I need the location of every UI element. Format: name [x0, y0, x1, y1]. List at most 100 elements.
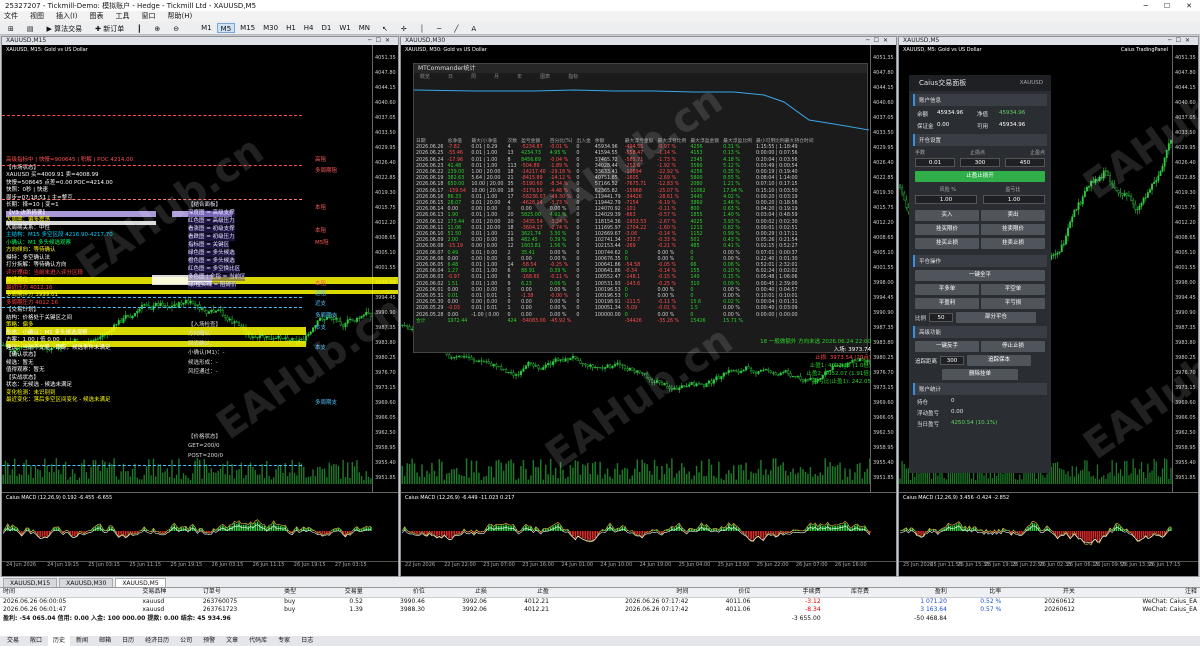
vline-icon[interactable]: │ — [416, 23, 428, 33]
terminal-tab[interactable]: 日志 — [296, 636, 319, 646]
partial-input[interactable]: 50 — [929, 313, 954, 322]
menu-item[interactable]: 视图 — [30, 11, 44, 21]
new-order-button[interactable]: ✚ 新订单 — [91, 23, 128, 33]
maximize-icon[interactable]: ☐ — [1164, 2, 1170, 10]
terminal-tab[interactable]: 专家 — [273, 636, 296, 646]
terminal-tab[interactable]: 敞口 — [25, 636, 48, 646]
terminal-tab[interactable]: 新闻 — [71, 636, 94, 646]
timeframe-h1[interactable]: H1 — [283, 23, 299, 33]
timeframe-mn[interactable]: MN — [356, 23, 373, 33]
buy-button[interactable]: 买入 — [915, 210, 979, 221]
terminal-tab[interactable]: 经济日历 — [140, 636, 175, 646]
menu-item[interactable]: 窗口 — [142, 11, 156, 21]
delete-orders-button[interactable]: 删除挂单 — [942, 369, 1018, 380]
timeframe-m5[interactable]: M5 — [216, 22, 236, 33]
mtc-row[interactable]: 2026.06.08 -15.19 0.00 | 0.00 12 1603.81 1.56… — [414, 244, 816, 250]
terminal-header-cell[interactable]: 盈利 — [872, 588, 950, 598]
mtc-row[interactable]: 2026.06.13 1.90 0.01 | 1.00 20 5825.00 4.92 %… — [414, 213, 816, 219]
sell-limit-button[interactable]: 挂卖限价 — [981, 224, 1045, 235]
terminal-tab[interactable]: 代码库 — [244, 636, 273, 646]
chart-tab[interactable]: XAUUSD,M5 — [115, 578, 166, 587]
trading-panel[interactable]: Caius交易面板 XAUUSD 账户信息 余额 45934.96 净值 45934.… — [909, 75, 1051, 473]
mtc-row[interactable]: 2026.06.07 0.49 0.01 | 0.00 2 35.41 0.00 % 0 10… — [414, 251, 816, 257]
timeframe-m30[interactable]: M30 — [260, 23, 281, 33]
terminal-header-cell[interactable]: 交易品种 — [139, 588, 200, 598]
menu-item[interactable]: 帮助(H) — [168, 11, 193, 21]
price-plot[interactable]: XAUUSD, M5: Gold vs US Dollar Caius Trad… — [899, 45, 1198, 492]
terminal-tab[interactable]: 文章 — [221, 636, 244, 646]
text-icon[interactable]: A — [467, 23, 480, 33]
terminal-row[interactable]: 2026.06.26 06:01:47 xauusd 263761723 buy 1.3… — [0, 606, 1200, 615]
macd-pane[interactable]: Caius MACD (12,26,9) 0.192 -6.455 -6.655… — [2, 492, 398, 569]
terminal-header-cell[interactable]: 交易量 — [317, 588, 366, 598]
mtc-tab[interactable]: 图表 — [540, 73, 550, 82]
close-sell-button[interactable]: 平空单 — [981, 284, 1045, 295]
terminal-header-cell[interactable]: 价位 — [365, 588, 428, 598]
mtc-row[interactable]: 2026.06.02 1.51 0.01 | 1.00 9 6.23 0.06 % 0 100… — [414, 282, 816, 288]
mtcommander-panel[interactable]: MTCommander统计 概览 日 周 月 年 图表 指标 日期 总净值 最大/小净值 次数 盈亏… — [413, 63, 870, 353]
terminal-header-cell[interactable]: 时间 — [0, 588, 140, 598]
terminal-header-cell[interactable]: 库存费 — [823, 588, 872, 598]
terminal-header-cell[interactable]: 注释 — [1077, 588, 1200, 598]
trail-input[interactable]: 300 — [940, 356, 965, 365]
terminal-tab[interactable]: 日历 — [117, 636, 140, 646]
terminal-header-cell[interactable]: 比率 — [949, 588, 1005, 598]
close-all-button[interactable]: 一键全平 — [915, 270, 1045, 281]
menu-item[interactable]: 工具 — [116, 11, 130, 21]
mtc-row[interactable]: 2026.05.29 -0.03 0.01 | 0.01 1 0.00 0.00 % 0 10… — [414, 306, 816, 312]
mtc-row[interactable]: 2026.06.25 -55.46 0.01 | 1.00 13 4234.73 4.95… — [414, 151, 816, 157]
terminal-header-cell[interactable]: 价位 — [691, 588, 754, 598]
macd-pane[interactable]: Caius MACD (12,26,9) 3.456 -0.424 -2.852… — [899, 492, 1198, 569]
chart-bars-icon[interactable]: ┃ — [133, 23, 145, 33]
terminal-header-cell[interactable]: 类型 — [281, 588, 318, 598]
sell-button[interactable]: 卖出 — [981, 210, 1045, 221]
mtc-row[interactable]: 2026.06.12 173.44 0.01 | 20.00 20 -3435.54 -3… — [414, 220, 816, 226]
chart-tab[interactable]: XAUUSD,M30 — [59, 578, 114, 587]
reverse-button[interactable]: 一键反手 — [915, 341, 979, 352]
sell-stop-button[interactable]: 挂卖止损 — [981, 238, 1045, 249]
tp-input[interactable]: 450 — [1005, 158, 1045, 167]
mtc-row[interactable]: 2026.06.18 650.00 10.00 | 20.00 35 -5190.60-… — [414, 182, 816, 188]
terminal-tab[interactable]: 预警 — [198, 636, 221, 646]
mtc-tab[interactable]: 指标 — [568, 73, 578, 82]
menu-item[interactable]: 文件 — [4, 11, 18, 21]
terminal-tab[interactable]: 交易 — [2, 636, 25, 646]
mtc-tab[interactable]: 周 — [471, 73, 476, 82]
mtc-tab[interactable]: 概览 — [420, 73, 430, 82]
buy-limit-button[interactable]: 挂买限价 — [915, 224, 979, 235]
timeframe-h4[interactable]: H4 — [301, 23, 317, 33]
terminal-row[interactable]: 2026.06.26 06:00:05 xauusd 263760075 buy 0.5… — [0, 597, 1200, 606]
profiles-icon[interactable]: ▤ — [23, 23, 38, 33]
macd-pane[interactable]: Caius MACD (12,26,9) -6.449 -11.023 0.21… — [401, 492, 896, 569]
hline-icon[interactable]: ─ — [433, 23, 445, 33]
terminal-header-cell[interactable]: 时间 — [551, 588, 692, 598]
price-plot[interactable]: XAUUSD, M30: Gold vs US Dollar 4051.35 40… — [401, 45, 896, 492]
timeframe-w1[interactable]: W1 — [336, 23, 353, 33]
crosshair-icon[interactable]: ✛ — [397, 23, 411, 33]
timeframe-d1[interactable]: D1 — [319, 23, 335, 33]
partial-close-button[interactable]: 部分平仓 — [956, 312, 1037, 323]
mtc-tab[interactable]: 月 — [494, 73, 499, 82]
terminal-header-cell[interactable]: 止损 — [427, 588, 490, 598]
terminal-tab[interactable]: 公司 — [175, 636, 198, 646]
risk-input[interactable]: 1.00 — [915, 195, 977, 204]
terminal-tab[interactable]: 邮箱 — [94, 636, 117, 646]
menu-item[interactable]: 插入(I) — [56, 11, 78, 21]
trendline-icon[interactable]: ╱ — [450, 23, 462, 33]
chart-tab[interactable]: XAUUSD,M15 — [3, 578, 58, 587]
cursor-icon[interactable]: ↖ — [378, 23, 392, 33]
zoom-in-icon[interactable]: ⊕ — [150, 23, 164, 33]
mtc-row[interactable]: 2026.06.17 -159.54 10.00 | 20.00 18 -3179.50… — [414, 189, 816, 195]
buy-stop-button[interactable]: 挂买止损 — [915, 238, 979, 249]
lot-input[interactable]: 0.01 — [915, 158, 955, 167]
chart-window-m15[interactable]: XAUUSD,M15 ─☐✕ XAUUSD, M15: Gold vs US Do… — [1, 36, 399, 577]
mtc-row[interactable]: 2026.06.24 -17.96 0.01 | 1.00 8 8456.69 -0.04… — [414, 158, 816, 164]
new-chart-icon[interactable]: ⊞ — [4, 23, 18, 33]
terminal-header-cell[interactable]: 开关 — [1004, 588, 1078, 598]
menu-item[interactable]: 图表 — [90, 11, 104, 21]
timeframe-m1[interactable]: M1 — [198, 23, 215, 33]
breakeven-button[interactable]: 追踪保本 — [967, 355, 1032, 366]
price-plot[interactable]: XAUUSD, M15: Gold vs US Dollar 4051.35 40… — [2, 45, 398, 492]
minimize-icon[interactable]: ─ — [1144, 2, 1148, 10]
close-buy-button[interactable]: 平多单 — [915, 284, 979, 295]
